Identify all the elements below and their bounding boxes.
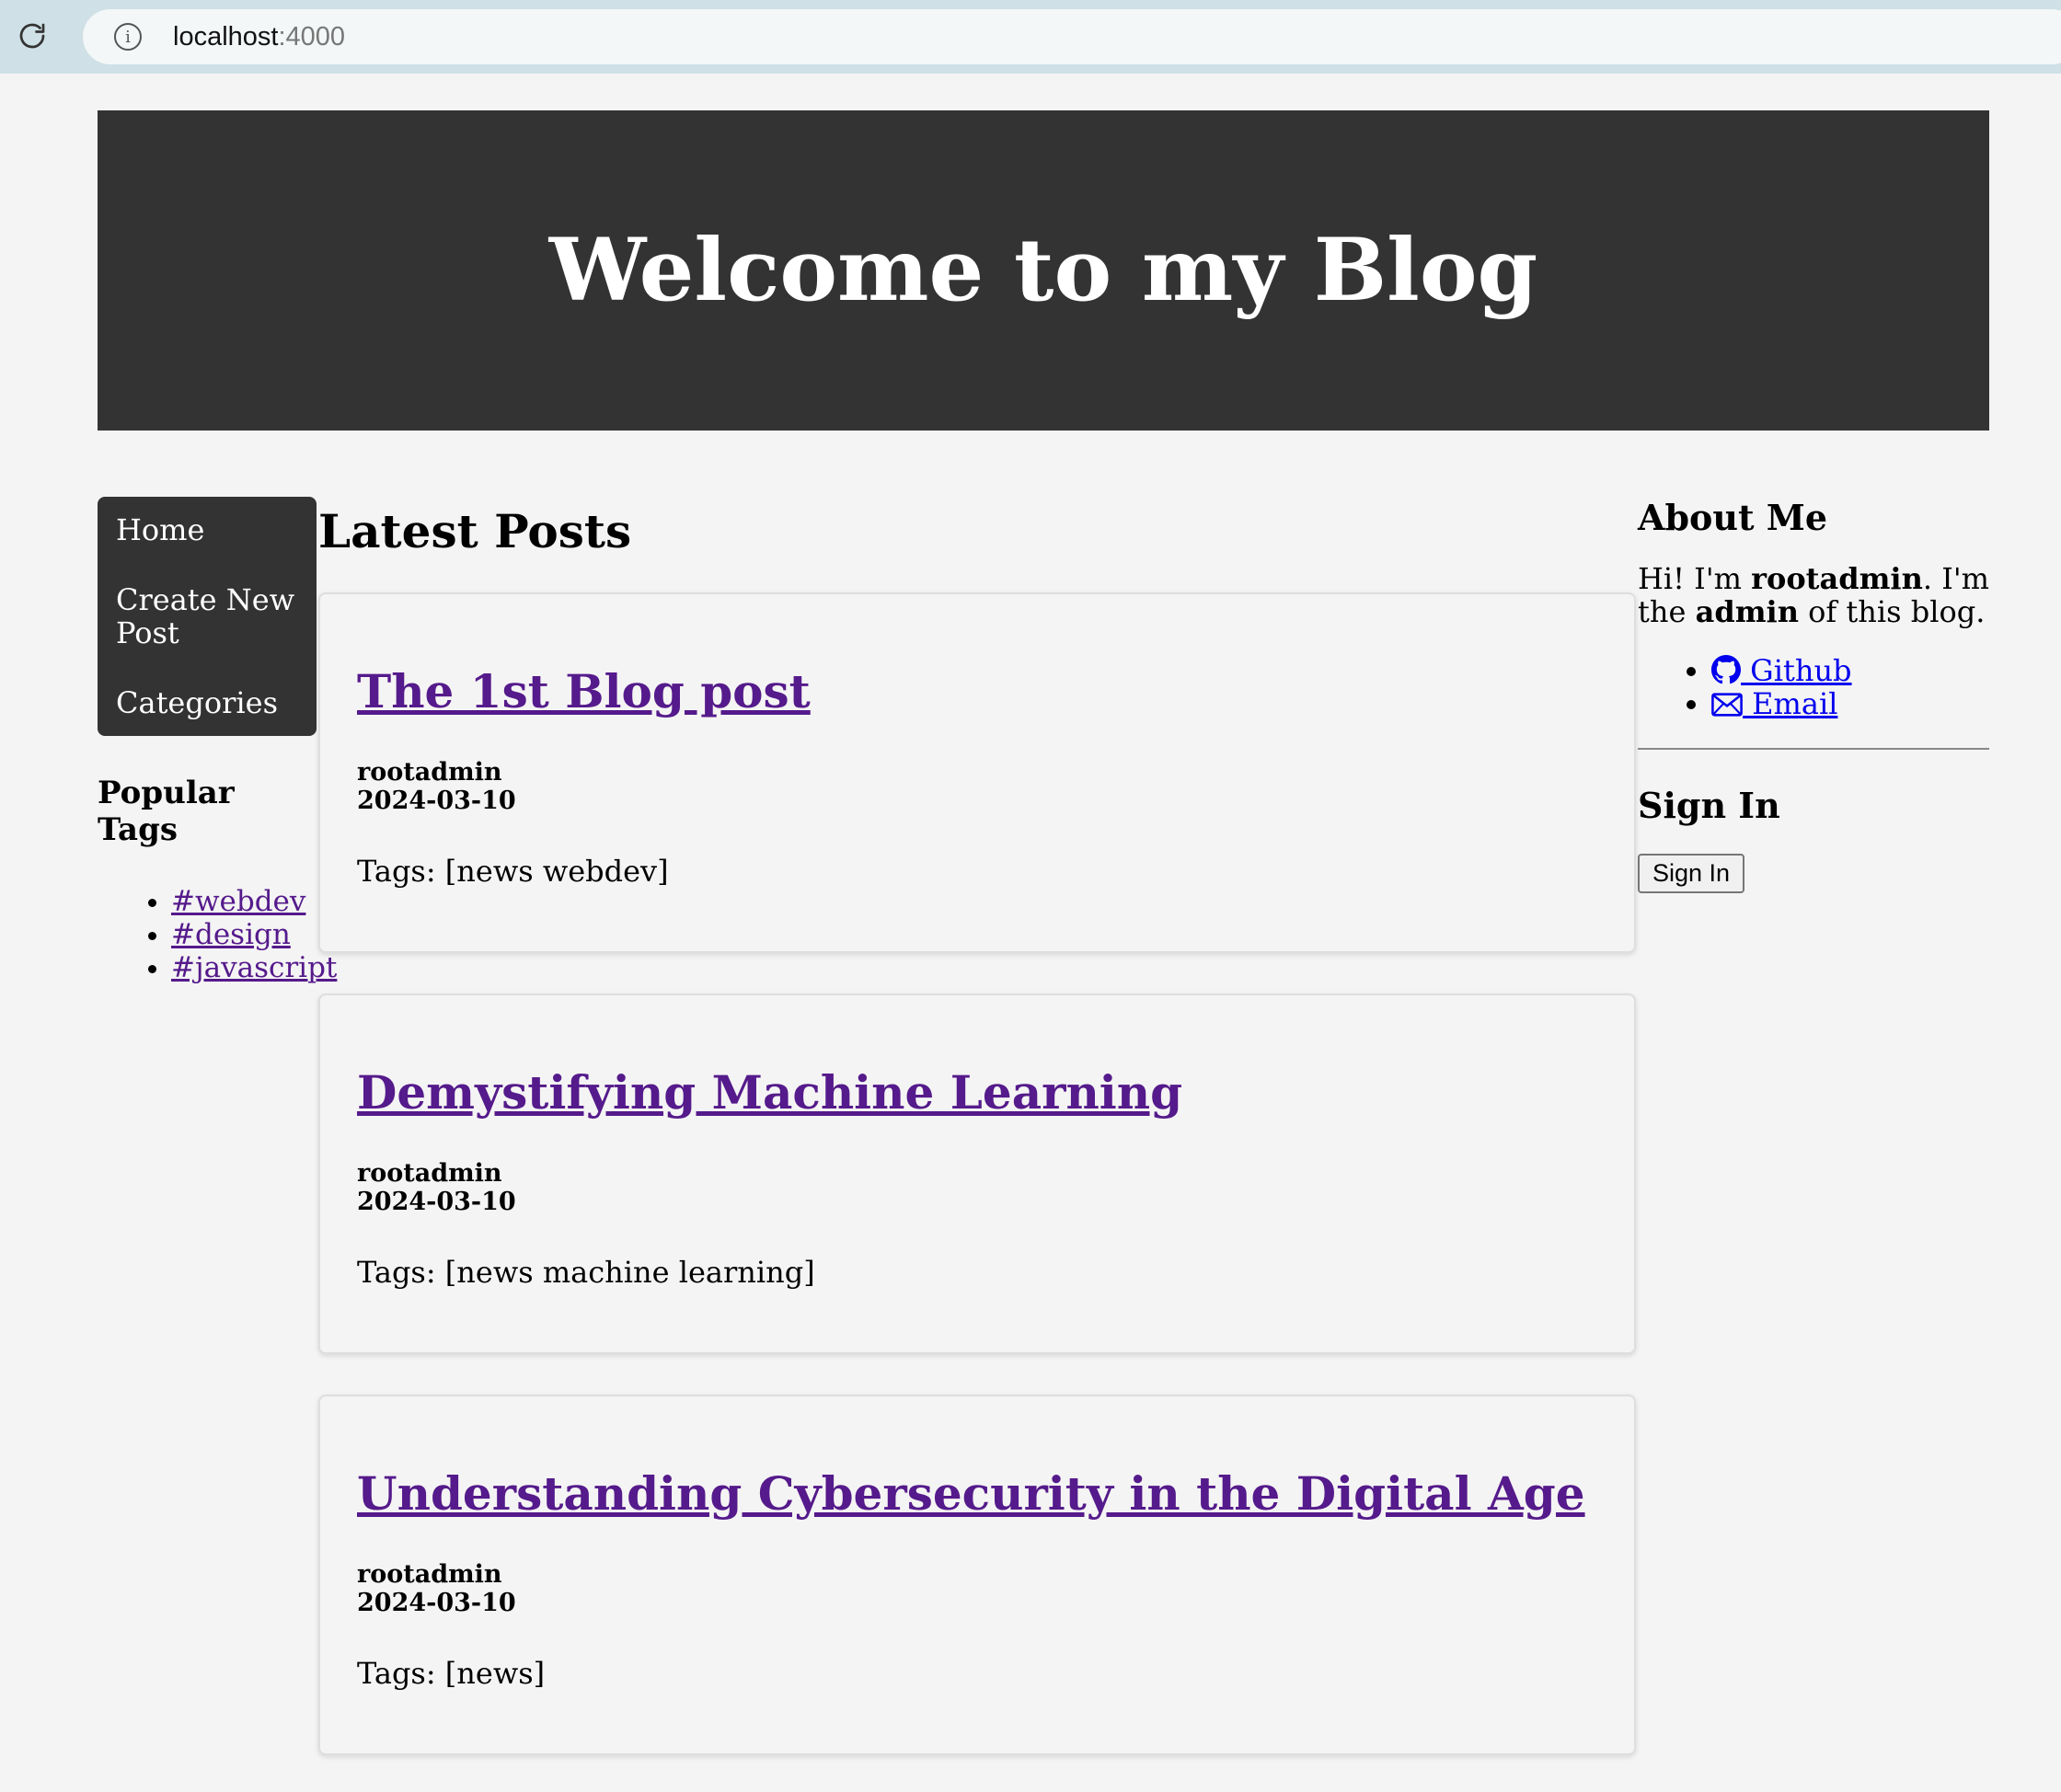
nav-item-home[interactable]: Home — [98, 513, 317, 546]
sign-in-button[interactable]: Sign In — [1638, 854, 1745, 893]
list-item: #design — [171, 918, 318, 951]
site-title: Welcome to my Blog — [548, 220, 1538, 321]
popular-tags: Popular Tags #webdev #design #javascript — [98, 775, 337, 984]
about-text: Hi! I'm rootadmin. I'm the admin of this… — [1638, 561, 1989, 629]
post-author: rootadmin — [357, 1560, 502, 1589]
reload-icon — [19, 23, 45, 49]
post-card: The 1st Blog post rootadmin 2024-03-10 T… — [318, 592, 1636, 953]
site-header: Welcome to my Blog — [98, 110, 1989, 431]
latest-posts-heading: Latest Posts — [318, 504, 632, 558]
post-meta: rootadmin 2024-03-10 — [357, 1159, 516, 1216]
post-date: 2024-03-10 — [357, 787, 516, 815]
nav-item-create-new-post[interactable]: Create New Post — [98, 583, 317, 649]
address-bar[interactable]: i localhost:4000 — [83, 9, 2061, 64]
sidebar-nav: Home Create New Post Categories — [98, 497, 317, 736]
tag-link-design[interactable]: #design — [171, 918, 291, 951]
tag-link-webdev[interactable]: #webdev — [171, 885, 305, 918]
post-title-link[interactable]: Demystifying Machine Learning — [357, 1065, 1182, 1120]
github-icon — [1711, 655, 1741, 684]
browser-toolbar: i localhost:4000 — [0, 0, 2061, 74]
post-tags: Tags: [news] — [357, 1656, 546, 1691]
post-title-link[interactable]: The 1st Blog post — [357, 664, 811, 718]
post-date: 2024-03-10 — [357, 1188, 516, 1216]
list-item: Github — [1711, 654, 1989, 687]
list-item: #webdev — [171, 885, 318, 918]
social-links: Github Email — [1638, 654, 1989, 720]
post-title-link[interactable]: Understanding Cybersecurity in the Digit… — [357, 1466, 1585, 1521]
url-text[interactable]: localhost:4000 — [173, 22, 345, 52]
post-title: The 1st Blog post — [357, 664, 811, 718]
post-title: Demystifying Machine Learning — [357, 1065, 1182, 1120]
list-item: Email — [1711, 687, 1989, 720]
post-tags: Tags: [news machine learning] — [357, 1255, 815, 1290]
post-card: Understanding Cybersecurity in the Digit… — [318, 1395, 1636, 1755]
nav-item-categories[interactable]: Categories — [98, 686, 317, 719]
list-item: #javascript — [171, 951, 337, 984]
right-sidebar: About Me Hi! I'm rootadmin. I'm the admi… — [1638, 497, 1989, 893]
github-label: Github — [1741, 653, 1852, 688]
site-info-icon[interactable]: i — [114, 23, 142, 51]
post-meta: rootadmin 2024-03-10 — [357, 1560, 516, 1617]
mail-icon — [1711, 693, 1743, 717]
about-role: admin — [1695, 594, 1799, 629]
popular-tags-heading: Popular Tags — [98, 775, 235, 848]
tag-link-javascript[interactable]: #javascript — [171, 951, 337, 984]
email-label: Email — [1743, 686, 1838, 721]
github-link[interactable]: Github — [1711, 653, 1852, 688]
post-tags: Tags: [news webdev] — [357, 854, 669, 889]
about-username: rootadmin — [1751, 561, 1923, 596]
divider — [1638, 748, 1989, 750]
post-date: 2024-03-10 — [357, 1589, 516, 1617]
email-link[interactable]: Email — [1711, 686, 1837, 721]
about-heading: About Me — [1638, 497, 1828, 538]
tag-list: #webdev #design #javascript — [98, 885, 337, 984]
signin-heading: Sign In — [1638, 785, 1780, 826]
post-author: rootadmin — [357, 758, 502, 787]
post-meta: rootadmin 2024-03-10 — [357, 758, 516, 815]
reload-button[interactable] — [13, 17, 52, 55]
post-card: Demystifying Machine Learning rootadmin … — [318, 994, 1636, 1354]
post-title: Understanding Cybersecurity in the Digit… — [357, 1466, 1585, 1521]
post-author: rootadmin — [357, 1159, 502, 1188]
